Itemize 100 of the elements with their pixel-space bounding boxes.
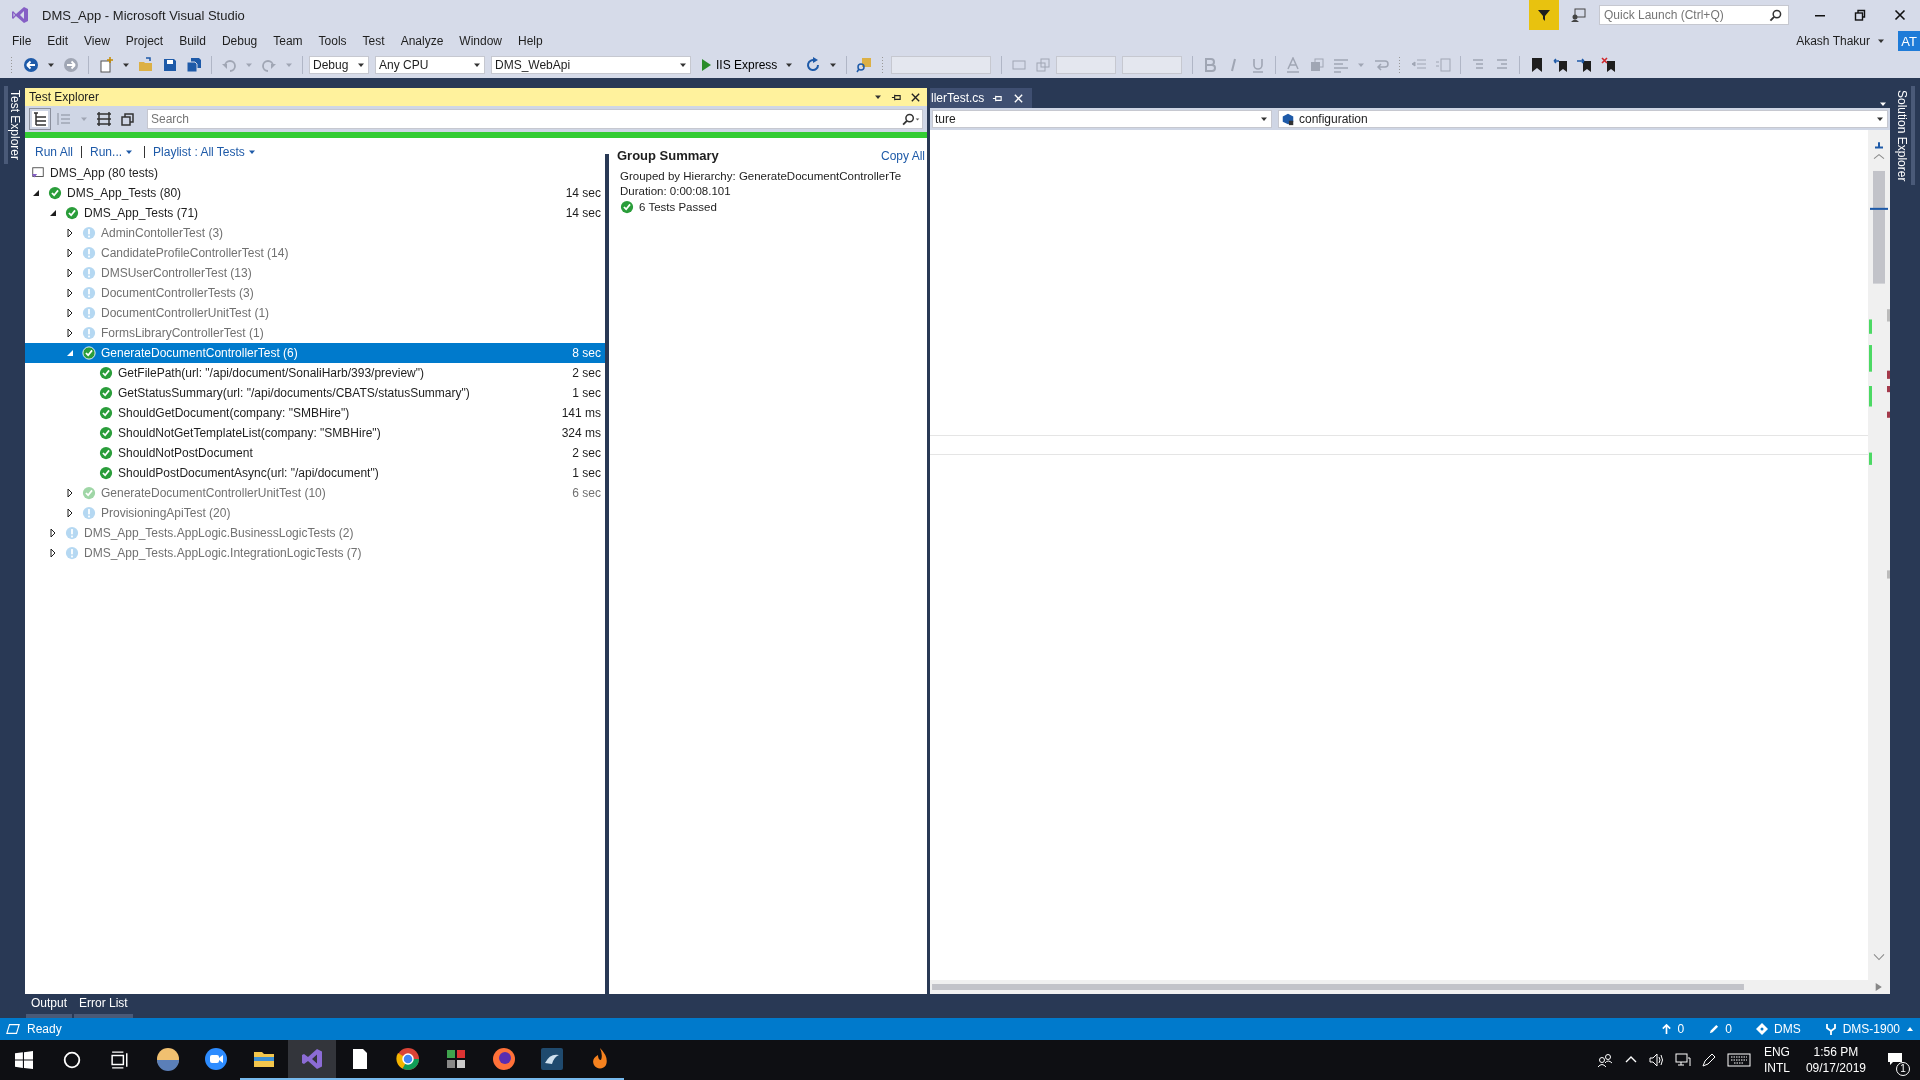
copy-all-link[interactable]: Copy All bbox=[880, 148, 925, 163]
network-icon[interactable] bbox=[1674, 1052, 1691, 1068]
caret-icon[interactable] bbox=[1877, 37, 1885, 45]
clock-date[interactable]: 09/17/2019 bbox=[1805, 1060, 1866, 1076]
next-bookmark-icon[interactable] bbox=[1577, 57, 1594, 73]
quick-launch-field[interactable]: Quick Launch (Ctrl+Q) bbox=[1599, 5, 1789, 25]
open-folder-icon[interactable] bbox=[138, 57, 154, 73]
people-icon[interactable] bbox=[1596, 1052, 1613, 1068]
expander-icon[interactable] bbox=[48, 548, 58, 558]
side-tab[interactable]: Solution Explorer bbox=[1895, 86, 1915, 186]
find-icon[interactable] bbox=[856, 57, 873, 73]
menu-item[interactable]: Team bbox=[265, 34, 311, 48]
volume-icon[interactable] bbox=[1648, 1052, 1665, 1068]
user-name[interactable]: Akash Thakur bbox=[1796, 34, 1870, 48]
menu-item[interactable]: View bbox=[76, 34, 118, 48]
caret-icon[interactable] bbox=[874, 93, 882, 101]
tree-group[interactable]: GenerateDocumentControllerTest (6) 8 sec bbox=[25, 343, 605, 363]
tree-test[interactable]: ShouldPostDocumentAsync(url: "/api/document") 1 sec bbox=[25, 463, 605, 483]
changes-status[interactable]: 0 bbox=[1708, 1022, 1732, 1036]
expander-icon[interactable] bbox=[65, 268, 75, 278]
menu-item[interactable]: Test bbox=[354, 34, 393, 48]
platform-dropdown[interactable]: Any CPU bbox=[375, 56, 485, 74]
new-item-icon[interactable] bbox=[98, 57, 114, 73]
action-link[interactable]: Run All bbox=[35, 145, 74, 159]
save-icon[interactable] bbox=[162, 57, 178, 73]
previous-bookmark-icon[interactable] bbox=[1553, 57, 1570, 73]
side-tab[interactable]: Test Explorer bbox=[3, 86, 22, 165]
layout-indicator[interactable]: INTL bbox=[1763, 1060, 1790, 1076]
menu-item[interactable]: Build bbox=[171, 34, 214, 48]
tree-group[interactable]: DMS_App_Tests (80) 14 sec bbox=[25, 183, 605, 203]
clear-bookmarks-icon[interactable] bbox=[1601, 57, 1618, 73]
expander-icon[interactable] bbox=[48, 528, 58, 538]
caret-icon[interactable] bbox=[122, 61, 130, 69]
type-dropdown[interactable]: ture bbox=[932, 110, 1272, 128]
hierarchy-icon[interactable] bbox=[32, 111, 48, 127]
feedback-icon[interactable] bbox=[1570, 7, 1586, 23]
caret-icon[interactable] bbox=[47, 61, 55, 69]
repository-status[interactable]: DMS bbox=[1755, 1022, 1801, 1036]
tree-group[interactable]: DocumentControllerUnitTest (1) bbox=[25, 303, 605, 323]
scrollbar-drawing[interactable] bbox=[1868, 130, 1890, 980]
branch-status[interactable]: DMS-1900 bbox=[1824, 1022, 1914, 1036]
expander-icon[interactable] bbox=[65, 248, 75, 258]
expander-icon[interactable] bbox=[65, 508, 75, 518]
expander-icon[interactable] bbox=[31, 188, 41, 198]
tree-group[interactable]: DMS_App_Tests.AppLogic.BusinessLogicTests (2) bbox=[25, 523, 605, 543]
tree-group[interactable]: FormsLibraryControllerTest (1) bbox=[25, 323, 605, 343]
action-link[interactable]: Run... bbox=[90, 145, 137, 159]
menu-item[interactable]: Window bbox=[451, 34, 510, 48]
run-button[interactable]: IIS Express bbox=[697, 58, 801, 72]
columns-icon[interactable] bbox=[96, 111, 112, 127]
notifications-icon[interactable] bbox=[1887, 1050, 1903, 1067]
save-all-icon[interactable] bbox=[186, 57, 202, 73]
tree-test[interactable]: GetFilePath(url: "/api/document/SonaliHarb/393/preview") 2 sec bbox=[25, 363, 605, 383]
menu-item[interactable]: Project bbox=[117, 34, 172, 48]
menu-item[interactable]: Analyze bbox=[392, 34, 452, 48]
expander-icon[interactable] bbox=[65, 288, 75, 298]
back-icon[interactable] bbox=[23, 57, 39, 73]
filter-button[interactable] bbox=[1529, 0, 1559, 30]
startup-project-dropdown[interactable]: DMS_WebApi bbox=[491, 56, 691, 74]
close-icon[interactable] bbox=[910, 91, 921, 103]
tree-test[interactable]: GetStatusSummary(url: "/api/documents/CBATS/statusSummary") 1 sec bbox=[25, 383, 605, 403]
refresh-icon[interactable] bbox=[805, 57, 822, 73]
pen-icon[interactable] bbox=[1700, 1052, 1717, 1068]
font-color-icon[interactable] bbox=[1285, 57, 1302, 73]
publish-status[interactable]: 0 bbox=[1660, 1022, 1685, 1036]
tree-test[interactable]: ShouldGetDocument(company: "SMBHire") 141 ms bbox=[25, 403, 605, 423]
menu-item[interactable]: Help bbox=[510, 34, 551, 48]
action-link[interactable]: Playlist : All Tests bbox=[153, 145, 259, 159]
member-dropdown[interactable]: configuration bbox=[1278, 110, 1888, 128]
menu-item[interactable]: Debug bbox=[213, 34, 266, 48]
tree-group[interactable]: DMS_App_Tests (71) 14 sec bbox=[25, 203, 605, 223]
clock-time[interactable]: 1:56 PM bbox=[1813, 1044, 1859, 1060]
editor-tab[interactable]: llerTest.cs bbox=[930, 88, 1033, 108]
expander-icon[interactable] bbox=[65, 308, 75, 318]
search-field[interactable]: Search bbox=[147, 109, 923, 129]
tree-test[interactable]: ShouldNotPostDocument 2 sec bbox=[25, 443, 605, 463]
menu-item[interactable]: Edit bbox=[39, 34, 77, 48]
copy-icon[interactable] bbox=[120, 111, 136, 127]
menu-item[interactable]: File bbox=[4, 34, 40, 48]
caret-icon[interactable] bbox=[829, 61, 838, 69]
task-view-icon[interactable] bbox=[111, 1051, 129, 1069]
tree-group[interactable]: ProvisioningApiTest (20) bbox=[25, 503, 605, 523]
expander-icon[interactable] bbox=[65, 228, 75, 238]
tree-group[interactable]: AdminContollerTest (3) bbox=[25, 223, 605, 243]
avatar[interactable]: AT bbox=[1898, 31, 1920, 51]
menu-item[interactable]: Tools bbox=[310, 34, 355, 48]
tree-group[interactable]: GenerateDocumentControllerUnitTest (10) 6 sec bbox=[25, 483, 605, 503]
start-icon[interactable] bbox=[15, 1051, 33, 1069]
keyboard-icon[interactable] bbox=[1726, 1052, 1751, 1068]
language-indicator[interactable]: ENG bbox=[1763, 1044, 1790, 1060]
tree-group[interactable]: DocumentControllerTests (3) bbox=[25, 283, 605, 303]
tree-group[interactable]: DMSUserControllerTest (13) bbox=[25, 263, 605, 283]
code-icon[interactable] bbox=[288, 1040, 336, 1080]
expander-icon[interactable] bbox=[65, 488, 75, 498]
tree-test[interactable]: ShouldNotGetTemplateList(company: "SMBHire") 324 ms bbox=[25, 423, 605, 443]
restore-icon[interactable] bbox=[1854, 9, 1866, 21]
tree-group[interactable]: DMS_App_Tests.AppLogic.IntegrationLogicTests (7) bbox=[25, 543, 605, 563]
search-icon[interactable] bbox=[63, 1051, 81, 1069]
expander-icon[interactable] bbox=[48, 208, 58, 218]
expander-icon[interactable] bbox=[65, 328, 75, 338]
